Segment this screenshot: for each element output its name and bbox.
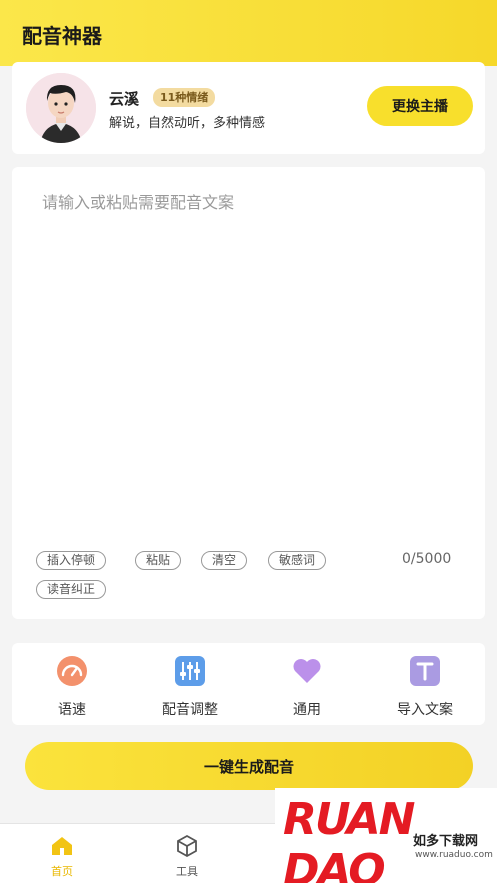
tab-tools[interactable]: 工具 <box>157 832 217 880</box>
character-counter: 0/5000 <box>402 551 452 567</box>
home-icon <box>52 837 72 855</box>
voice-host-card: 云溪 11种情绪 解说，自然动听，多种情感 更换主播 <box>12 62 485 154</box>
tab-home-label: 首页 <box>51 865 73 878</box>
script-editor-card: 插入停顿 粘贴 清空 敏感词 读音纠正 0/5000 <box>12 167 485 619</box>
insert-pause-chip[interactable]: 插入停顿 <box>36 551 107 570</box>
text-t-icon <box>410 656 440 686</box>
speedometer-icon <box>57 656 87 686</box>
change-host-button[interactable]: 更换主播 <box>367 86 473 126</box>
tab-home[interactable]: 首页 <box>32 832 92 880</box>
watermark: RUAN DAO 如多下载网 www.ruaduo.com <box>275 788 497 883</box>
speed-tool-label: 语速 <box>58 702 86 718</box>
tools-row: 语速 配音调整 通用 导入文案 <box>12 643 485 725</box>
tab-tools-label: 工具 <box>176 865 198 878</box>
page-title: 配音神器 <box>22 24 102 48</box>
host-name: 云溪 <box>109 90 140 108</box>
box-icon <box>177 834 197 858</box>
avatar[interactable] <box>26 73 96 143</box>
voice-adjust-tool-label: 配音调整 <box>162 702 218 718</box>
speed-tool[interactable]: 语速 <box>17 653 127 718</box>
host-description: 解说，自然动听，多种情感 <box>109 116 266 131</box>
paste-chip[interactable]: 粘贴 <box>135 551 182 570</box>
voice-adjust-tool[interactable]: 配音调整 <box>135 653 245 718</box>
general-tool[interactable]: 通用 <box>252 653 362 718</box>
watermark-url: www.ruaduo.com <box>415 850 493 860</box>
heart-icon <box>293 659 321 683</box>
sliders-icon <box>175 656 205 686</box>
generate-voice-button[interactable]: 一键生成配音 <box>25 742 473 790</box>
pronunciation-fix-chip[interactable]: 读音纠正 <box>36 580 107 599</box>
import-script-tool-label: 导入文案 <box>397 702 453 718</box>
sensitive-words-chip[interactable]: 敏感词 <box>268 551 327 570</box>
general-tool-label: 通用 <box>293 702 321 718</box>
import-script-tool[interactable]: 导入文案 <box>370 653 480 718</box>
host-avatar-icon <box>26 73 96 143</box>
watermark-subtitle: 如多下载网 <box>413 834 479 849</box>
app-header: 配音神器 <box>0 0 497 66</box>
emotion-count-badge: 11种情绪 <box>153 88 216 107</box>
clear-chip[interactable]: 清空 <box>201 551 248 570</box>
script-input[interactable] <box>42 189 462 549</box>
